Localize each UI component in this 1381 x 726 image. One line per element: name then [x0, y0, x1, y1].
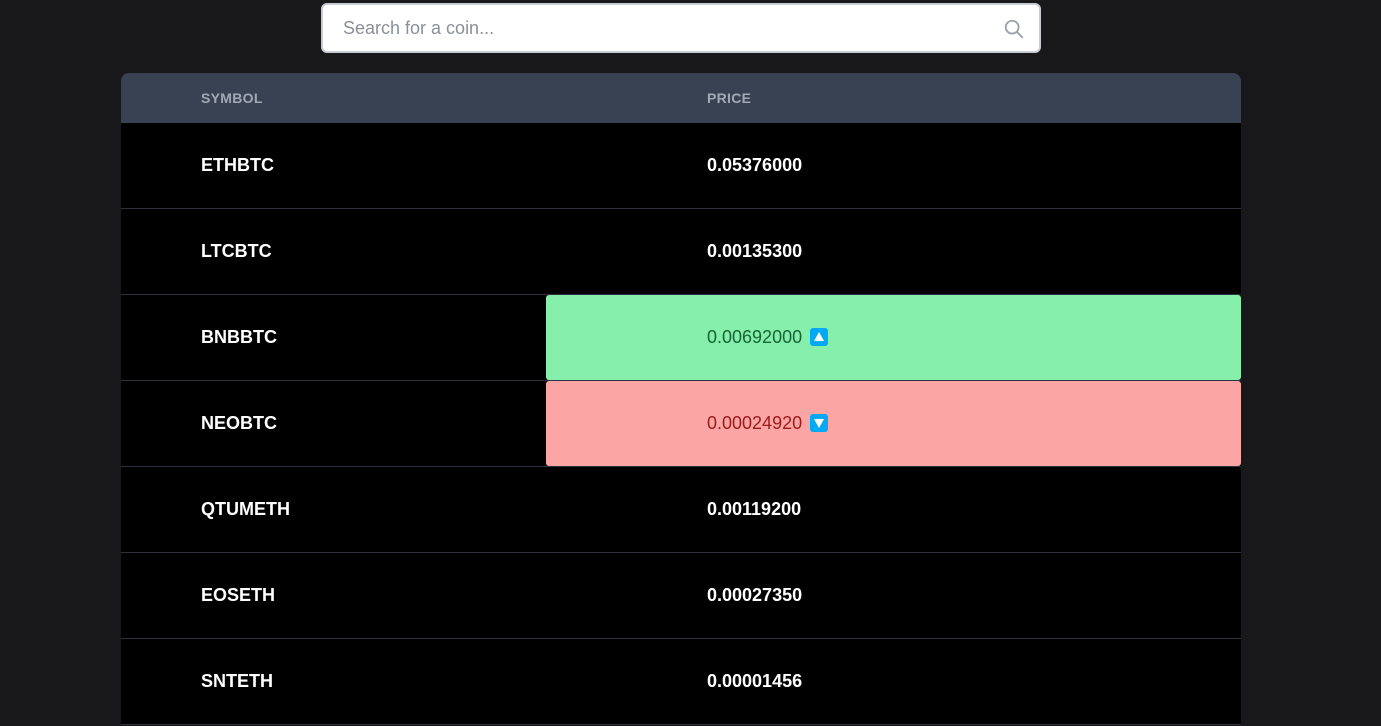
price-cell: 0.00024920 — [546, 381, 1241, 466]
price-value: 0.00135300 — [707, 241, 803, 261]
table-header: SYMBOL PRICE — [121, 73, 1241, 123]
price-cell: 0.00692000 — [546, 295, 1241, 380]
table-row[interactable]: EOSETH 0.00027350 — [121, 553, 1241, 639]
price-value: 0.00692000 — [707, 327, 803, 347]
symbol-cell: LTCBTC — [201, 241, 272, 261]
symbol-cell: EOSETH — [201, 585, 276, 605]
price-value: 0.00024920 — [707, 413, 803, 433]
price-cell: 0.00119200 — [546, 467, 1241, 552]
table-row[interactable]: LTCBTC 0.00135300 — [121, 209, 1241, 295]
column-header-symbol[interactable]: SYMBOL — [201, 73, 263, 123]
table-row[interactable]: ETHBTC 0.05376000 — [121, 123, 1241, 209]
arrow-down-icon — [810, 413, 829, 432]
price-cell: 0.00027350 — [546, 553, 1241, 638]
table-body: ETHBTC 0.05376000 LTCBTC 0.00135300 BNBBTC 0.… — [121, 123, 1241, 725]
symbol-cell: BNBBTC — [201, 327, 277, 347]
symbol-cell: QTUMETH — [201, 499, 290, 519]
price-cell: 0.05376000 — [546, 123, 1241, 208]
symbol-cell: NEOBTC — [201, 413, 277, 433]
price-cell: 0.00001456 — [546, 639, 1241, 724]
table-row[interactable]: NEOBTC 0.00024920 — [121, 381, 1241, 467]
column-header-price[interactable]: PRICE — [707, 73, 751, 123]
search-icon[interactable] — [1003, 18, 1025, 40]
price-value: 0.00119200 — [707, 499, 802, 519]
table-row[interactable]: BNBBTC 0.00692000 — [121, 295, 1241, 381]
arrow-up-icon — [810, 327, 829, 346]
coin-table: SYMBOL PRICE ETHBTC 0.05376000 LTCBTC 0.001… — [121, 73, 1241, 725]
symbol-cell: ETHBTC — [201, 155, 274, 175]
symbol-cell: SNTETH — [201, 671, 273, 691]
price-value: 0.00001456 — [707, 671, 803, 691]
price-value: 0.05376000 — [707, 155, 803, 175]
price-value: 0.00027350 — [707, 585, 803, 605]
table-row[interactable]: QTUMETH 0.00119200 — [121, 467, 1241, 553]
table-row[interactable]: SNTETH 0.00001456 — [121, 639, 1241, 725]
price-cell: 0.00135300 — [546, 209, 1241, 294]
search-box[interactable] — [321, 3, 1041, 53]
search-input[interactable] — [323, 5, 1039, 51]
